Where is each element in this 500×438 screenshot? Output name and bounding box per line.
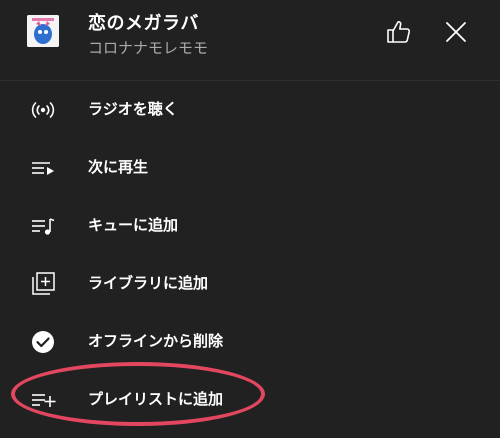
menu-item-start-radio[interactable]: ラジオを聴く xyxy=(0,81,500,139)
playlist-add-icon xyxy=(29,388,57,412)
menu-item-label: 次に再生 xyxy=(88,158,149,176)
menu-item-label: ライブラリに追加 xyxy=(88,274,209,292)
menu-item-label: プレイリストに追加 xyxy=(88,390,224,408)
artist-name: コロナナモレモモ xyxy=(88,39,209,57)
downloaded-check-icon xyxy=(29,330,57,354)
menu-item-remove-offline[interactable]: オフラインから削除 xyxy=(0,313,500,371)
menu-item-label: キューに追加 xyxy=(88,216,179,234)
menu-item-add-to-queue[interactable]: キューに追加 xyxy=(0,197,500,255)
library-add-icon xyxy=(29,272,57,296)
menu-item-add-to-playlist[interactable]: プレイリストに追加 xyxy=(0,371,500,429)
menu-item-label: ラジオを聴く xyxy=(88,100,178,118)
close-icon[interactable] xyxy=(442,18,470,46)
menu-item-play-next[interactable]: 次に再生 xyxy=(0,139,500,197)
queue-music-icon xyxy=(29,214,57,238)
menu-item-label: オフラインから削除 xyxy=(88,332,224,350)
album-thumbnail xyxy=(27,15,59,47)
play-next-icon xyxy=(29,156,57,180)
song-title: 恋のメガラバ xyxy=(88,13,199,34)
thumbs-up-icon[interactable] xyxy=(385,18,413,46)
radio-icon xyxy=(29,98,57,122)
song-header: 恋のメガラバ コロナナモレモモ xyxy=(0,0,500,81)
menu-item-add-to-library[interactable]: ライブラリに追加 xyxy=(0,255,500,313)
